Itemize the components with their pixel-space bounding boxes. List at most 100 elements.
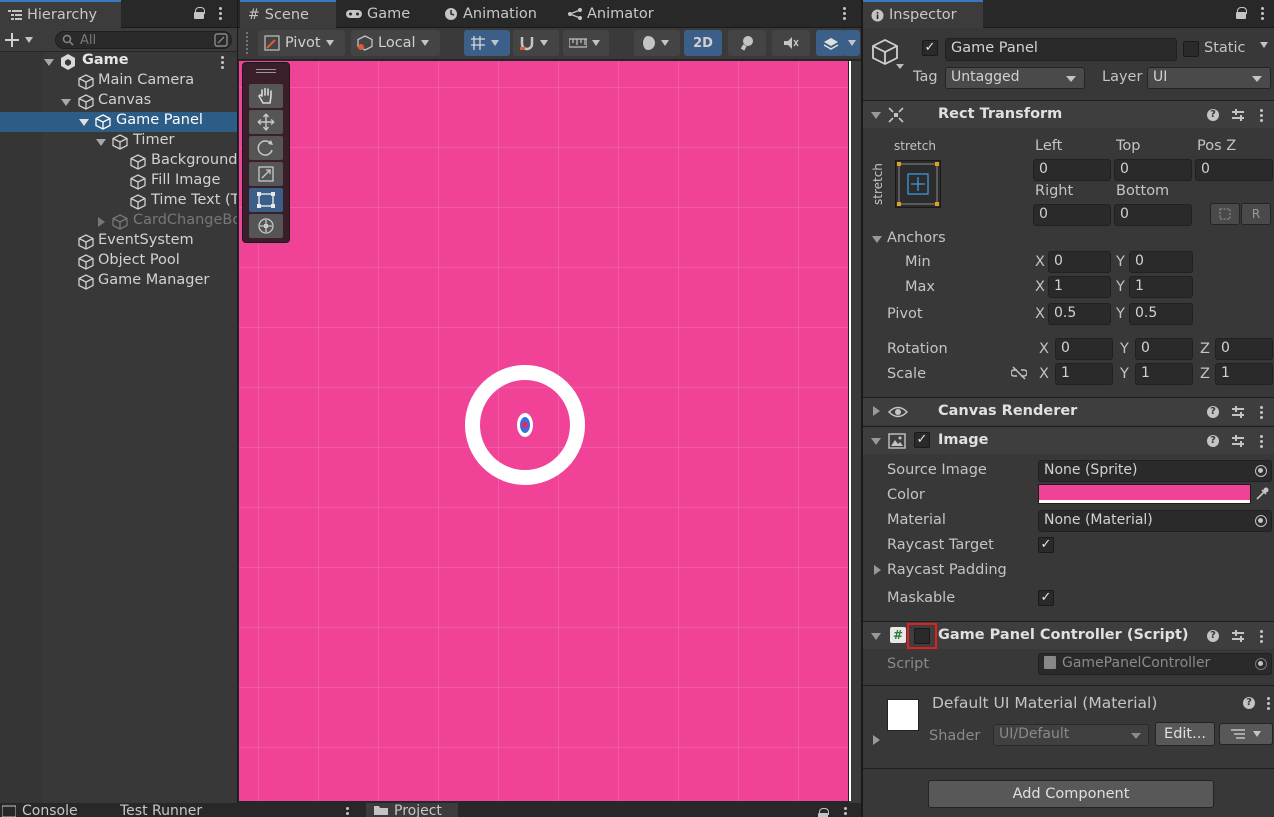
max-x-field[interactable]: 1 xyxy=(1048,276,1111,298)
hierarchy-item-eventsystem[interactable]: EventSystem xyxy=(0,232,237,252)
icon-dropdown-icon[interactable] xyxy=(896,64,904,69)
expand-arrow-icon[interactable] xyxy=(79,119,89,126)
layer-dropdown[interactable]: UI xyxy=(1147,67,1271,89)
scene-vertical-scrollbar[interactable] xyxy=(848,61,861,803)
left-field[interactable]: 0 xyxy=(1033,159,1111,181)
tab-inspector[interactable]: Inspector xyxy=(863,0,983,28)
expand-arrow-icon[interactable] xyxy=(44,59,54,66)
hierarchy-item-fill-image[interactable]: Fill Image xyxy=(0,172,237,192)
source-image-field[interactable]: None (Sprite) xyxy=(1038,460,1272,482)
tab-animation[interactable]: Animation xyxy=(436,0,545,28)
presets-icon[interactable] xyxy=(1232,406,1244,418)
ruler-toggle[interactable] xyxy=(563,30,609,56)
material-field[interactable]: None (Material) xyxy=(1038,510,1272,532)
lock-icon[interactable] xyxy=(194,7,205,19)
scene-viewport[interactable] xyxy=(239,61,849,801)
rect-transform-header[interactable]: Rect Transform ? xyxy=(863,100,1274,128)
hierarchy-item-game-panel[interactable]: Game Panel xyxy=(0,112,237,132)
foldout-arrow-icon[interactable] xyxy=(871,438,881,445)
object-picker-icon[interactable] xyxy=(1255,465,1267,477)
local-dropdown[interactable]: Local xyxy=(351,30,440,56)
palette-grip[interactable] xyxy=(256,69,276,73)
foldout-arrow-icon[interactable] xyxy=(871,112,881,119)
expand-arrow-icon[interactable] xyxy=(61,99,71,106)
create-button[interactable] xyxy=(5,31,45,49)
right-field[interactable]: 0 xyxy=(1033,204,1111,226)
material-more-icon[interactable] xyxy=(1266,696,1270,710)
pivot-dropdown[interactable]: Pivot xyxy=(258,30,345,56)
material-foldout-icon[interactable] xyxy=(873,735,880,745)
scene-more-icon[interactable] xyxy=(220,55,224,69)
presets-icon[interactable] xyxy=(1232,435,1244,447)
min-y-field[interactable]: 0 xyxy=(1129,251,1193,273)
help-icon[interactable]: ? xyxy=(1207,406,1219,418)
hierarchy-item-timer[interactable]: Timer xyxy=(0,132,237,152)
add-component-button[interactable]: Add Component xyxy=(928,780,1214,808)
object-picker-icon[interactable] xyxy=(1255,515,1267,527)
search-options-icon[interactable] xyxy=(214,33,228,47)
more-options-icon[interactable] xyxy=(218,6,222,20)
inspector-lock-icon[interactable] xyxy=(1236,7,1247,19)
presets-icon[interactable] xyxy=(1232,109,1244,121)
hand-tool-button[interactable] xyxy=(249,84,283,108)
2d-mode-toggle[interactable]: 2D xyxy=(684,30,722,56)
draw-mode-dropdown[interactable] xyxy=(634,30,680,56)
top-field[interactable]: 0 xyxy=(1114,159,1192,181)
tab-hierarchy[interactable]: Hierarchy xyxy=(0,0,121,28)
lighting-toggle[interactable] xyxy=(728,30,766,56)
script-component-header[interactable]: # Game Panel Controller (Script) ? xyxy=(863,621,1274,649)
rect-tool-button[interactable] xyxy=(249,188,283,212)
component-more-icon[interactable] xyxy=(1259,405,1263,419)
hierarchy-scene-row[interactable]: Game xyxy=(0,52,237,72)
hierarchy-item-time-text[interactable]: Time Text (T xyxy=(0,192,237,212)
tab-project[interactable]: Project xyxy=(366,803,458,817)
min-x-field[interactable]: 0 xyxy=(1048,251,1111,273)
anchors-foldout-icon[interactable] xyxy=(872,236,882,243)
canvas-renderer-header[interactable]: Canvas Renderer ? xyxy=(863,397,1274,425)
image-header[interactable]: ✓ Image ? xyxy=(863,426,1274,454)
image-enabled-checkbox[interactable]: ✓ xyxy=(914,432,930,448)
raw-edit-button[interactable]: R xyxy=(1241,203,1271,225)
pivot-y-field[interactable]: 0.5 xyxy=(1129,303,1193,325)
rotation-z-field[interactable]: 0 xyxy=(1215,338,1273,360)
effects-dropdown[interactable] xyxy=(844,30,860,56)
expand-arrow-icon[interactable] xyxy=(96,139,106,146)
max-y-field[interactable]: 1 xyxy=(1129,276,1193,298)
help-icon[interactable]: ? xyxy=(1207,630,1219,642)
rect-pivot-handle[interactable] xyxy=(516,412,534,438)
panel-splitter[interactable] xyxy=(861,0,863,817)
help-icon[interactable]: ? xyxy=(1243,697,1255,709)
script-enabled-checkbox[interactable] xyxy=(914,628,930,644)
shader-edit-button[interactable]: Edit... xyxy=(1155,722,1215,746)
project-lock-icon[interactable] xyxy=(818,808,829,817)
blueprint-mode-button[interactable] xyxy=(1210,203,1240,225)
rotation-x-field[interactable]: 0 xyxy=(1055,338,1113,360)
tag-dropdown[interactable]: Untagged xyxy=(945,67,1085,89)
hierarchy-item-card-change[interactable]: CardChangeBo xyxy=(0,212,237,232)
component-more-icon[interactable] xyxy=(1259,108,1263,122)
rotation-y-field[interactable]: 0 xyxy=(1135,338,1193,360)
foldout-arrow-icon[interactable] xyxy=(873,406,880,416)
static-checkbox[interactable] xyxy=(1183,41,1199,57)
tab-console[interactable]: Console xyxy=(2,803,78,817)
static-dropdown-icon[interactable] xyxy=(1260,42,1268,52)
hierarchy-item-background[interactable]: Background xyxy=(0,152,237,172)
maskable-checkbox[interactable]: ✓ xyxy=(1038,590,1054,606)
scale-y-field[interactable]: 1 xyxy=(1135,363,1193,385)
project-more-icon[interactable] xyxy=(843,806,847,817)
component-more-icon[interactable] xyxy=(1259,629,1263,643)
hierarchy-item-canvas[interactable]: Canvas xyxy=(0,92,237,112)
effects-toggle[interactable] xyxy=(816,30,846,56)
hierarchy-item-game-manager[interactable]: Game Manager xyxy=(0,272,237,292)
anchor-presets-button[interactable] xyxy=(895,160,941,208)
presets-icon[interactable] xyxy=(1232,630,1244,642)
help-icon[interactable]: ? xyxy=(1207,435,1219,447)
bottom-field[interactable]: 0 xyxy=(1114,204,1192,226)
hierarchy-search-input[interactable]: All xyxy=(55,31,232,49)
scale-z-field[interactable]: 1 xyxy=(1215,363,1273,385)
tab-test-runner[interactable]: Test Runner xyxy=(120,803,202,817)
foldout-arrow-icon[interactable] xyxy=(871,633,881,640)
color-field[interactable] xyxy=(1038,484,1251,504)
tab-game[interactable]: Game xyxy=(338,0,418,28)
raycast-target-checkbox[interactable]: ✓ xyxy=(1038,537,1054,553)
